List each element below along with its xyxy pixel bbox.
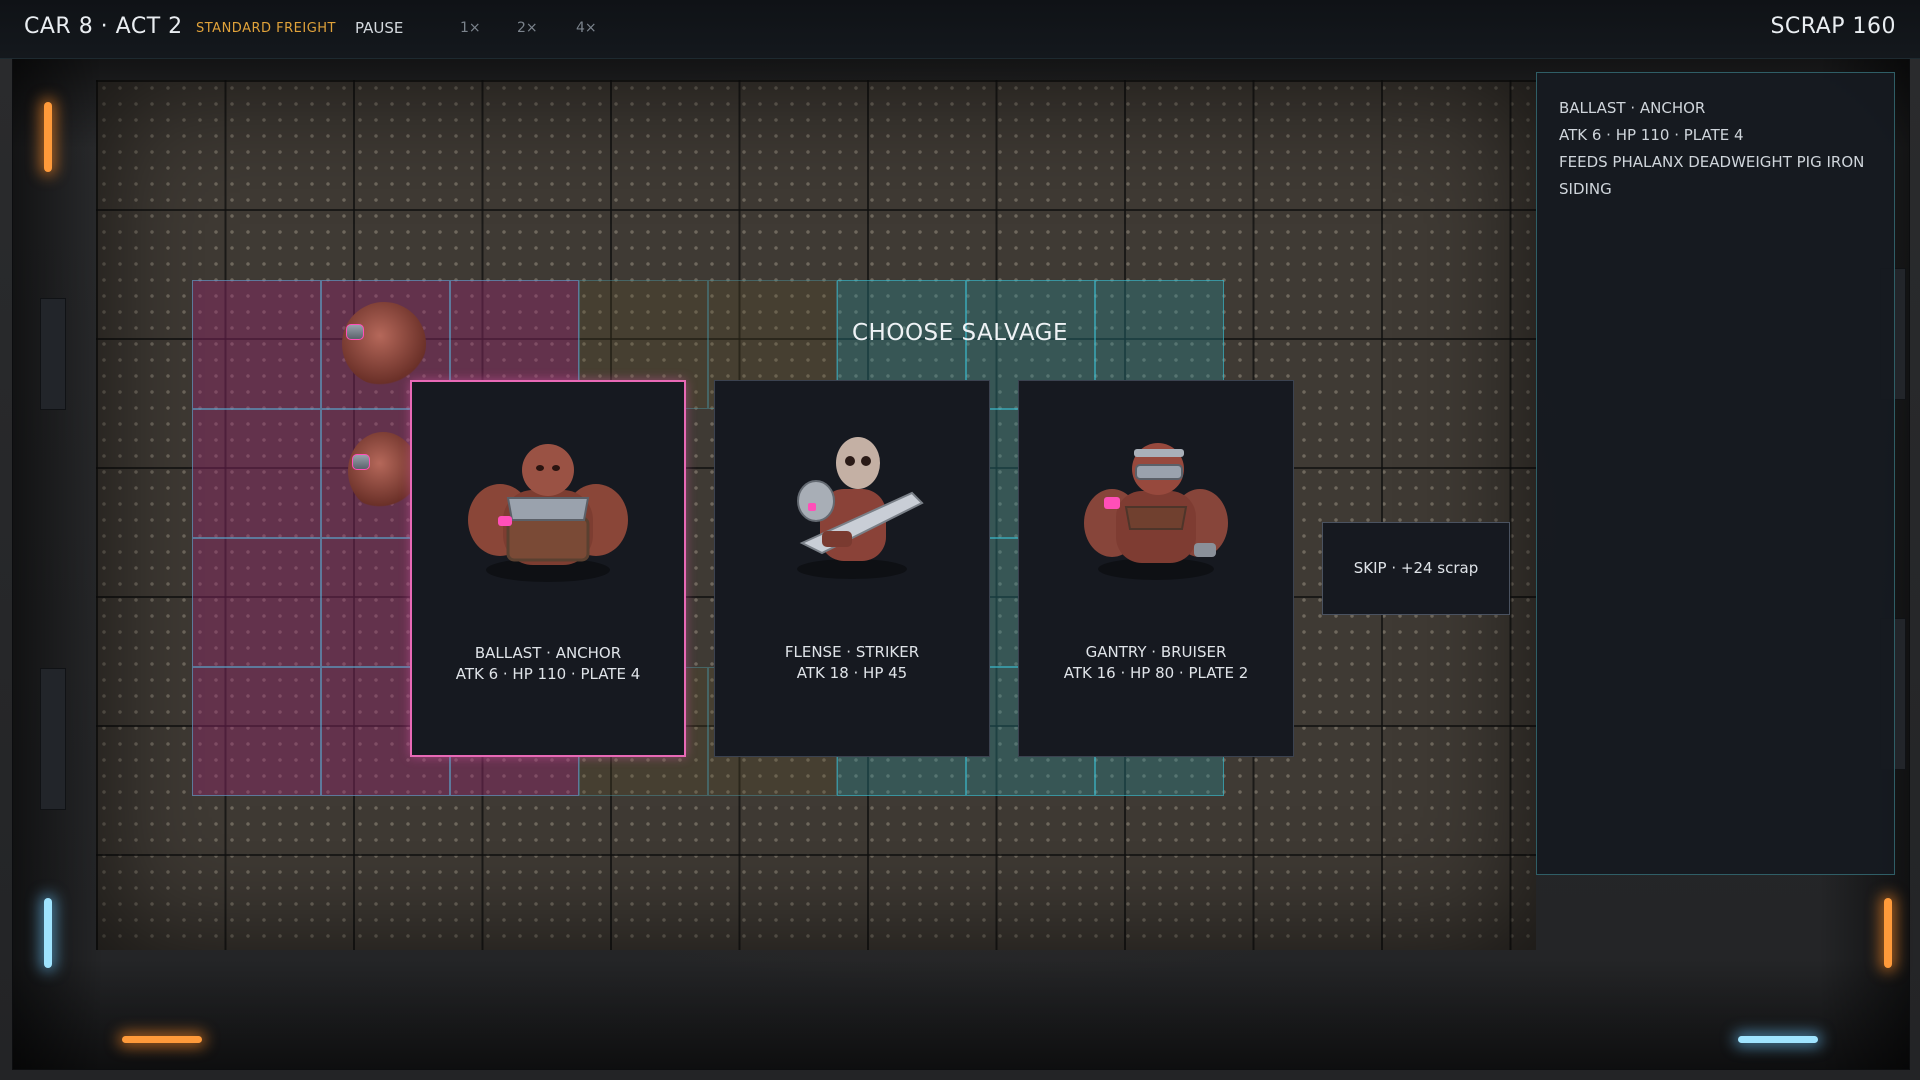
skip-button[interactable]: SKIP · +24 scrap [1322, 522, 1510, 615]
card-name: BALLAST · ANCHOR [474, 644, 622, 662]
card-name: FLENSE · STRIKER [784, 643, 920, 661]
placed-unit-striker[interactable] [348, 432, 418, 510]
floor-lamp [122, 1036, 202, 1043]
card-stats: ATK 6 · HP 110 · PLATE 4 [455, 665, 641, 683]
wall-lamp [44, 898, 52, 968]
unit-info-panel: BALLAST · ANCHOR ATK 6 · HP 110 · PLATE … [1536, 72, 1895, 875]
wall-bracket [40, 298, 66, 410]
placed-unit-bruiser[interactable] [342, 302, 426, 386]
card-stats: ATK 18 · HP 45 [796, 664, 908, 682]
mode-label: STANDARD FREIGHT [196, 21, 336, 36]
flense-portrait [797, 437, 924, 579]
salvage-title: CHOOSE SALVAGE [852, 320, 1068, 346]
salvage-card-flense[interactable]: FLENSE · STRIKER ATK 18 · HP 45 [714, 380, 990, 757]
grid-tile[interactable] [192, 280, 321, 409]
card-stats: ATK 16 · HP 80 · PLATE 2 [1063, 664, 1249, 682]
speed-2x-button[interactable]: 2× [517, 20, 538, 36]
card-name: GANTRY · BRUISER [1085, 643, 1227, 661]
salvage-card-gantry[interactable]: GANTRY · BRUISER ATK 16 · HP 80 · PLATE … [1018, 380, 1294, 757]
speed-1x-button[interactable]: 1× [460, 20, 481, 36]
wall-bracket [40, 668, 66, 810]
ballast-portrait [468, 444, 628, 582]
scrap-counter: SCRAP 160 [1770, 14, 1896, 39]
salvage-card-ballast[interactable]: BALLAST · ANCHOR ATK 6 · HP 110 · PLATE … [410, 380, 686, 757]
info-unit-name: BALLAST · ANCHOR [1559, 99, 1706, 117]
grid-tile[interactable] [192, 409, 321, 538]
info-feeds: FEEDS PHALANX DEADWEIGHT PIG IRON [1559, 153, 1865, 171]
gantry-portrait [1084, 443, 1228, 580]
speed-4x-button[interactable]: 4× [576, 20, 597, 36]
info-unit-stats: ATK 6 · HP 110 · PLATE 4 [1559, 126, 1744, 144]
pause-button[interactable]: PAUSE [355, 19, 403, 37]
act-label: CAR 8 · ACT 2 [24, 14, 183, 39]
wall-lamp [44, 102, 52, 172]
wall-lamp [1884, 898, 1892, 968]
grid-tile[interactable] [192, 667, 321, 796]
info-feeds-cont: SIDING [1559, 180, 1612, 198]
grid-tile[interactable] [192, 538, 321, 667]
floor-lamp [1738, 1036, 1818, 1043]
top-bar: CAR 8 · ACT 2 STANDARD FREIGHT PAUSE 1× … [0, 0, 1920, 59]
